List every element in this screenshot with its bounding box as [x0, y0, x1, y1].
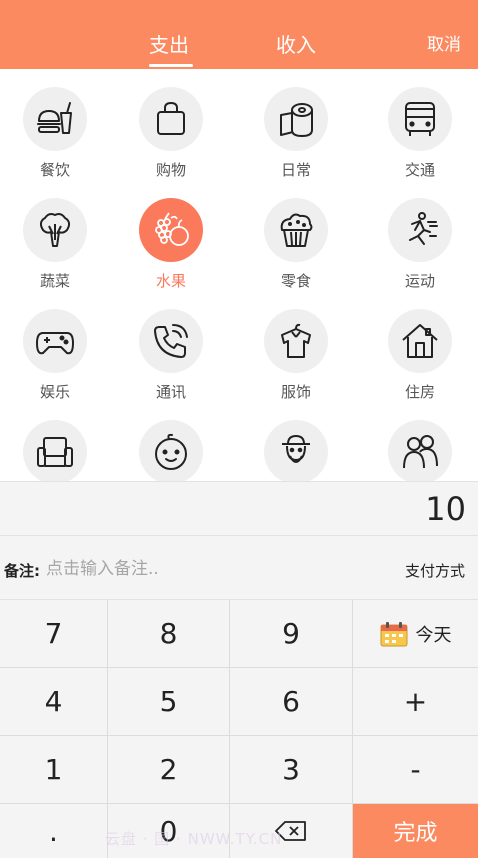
- category-label: 运动: [404, 272, 435, 290]
- gamepad-icon: [36, 332, 74, 355]
- category-grid: 餐饮 购物 日常 交通 蔬菜 水果 零食 运动 娱乐 通讯 服饰 住房: [0, 69, 478, 481]
- key-6[interactable]: 6: [230, 668, 353, 736]
- category-family[interactable]: [365, 402, 475, 481]
- shirt-icon: [281, 323, 311, 358]
- category-clothing[interactable]: 服饰: [241, 291, 351, 401]
- amount-value: 10: [425, 490, 466, 528]
- elder-icon: [282, 435, 310, 463]
- done-button[interactable]: 完成: [353, 804, 478, 858]
- category-shopping[interactable]: 购物: [116, 69, 226, 179]
- key-5[interactable]: 5: [108, 668, 230, 736]
- key-minus[interactable]: -: [353, 736, 478, 804]
- category-label: 住房: [404, 383, 435, 401]
- category-icon-bg: [23, 309, 87, 373]
- category-sports[interactable]: 运动: [365, 180, 475, 290]
- category-snack[interactable]: 零食: [241, 180, 351, 290]
- category-icon-bg: [388, 420, 452, 481]
- category-icon-bg: [23, 420, 87, 481]
- category-label: 购物: [155, 161, 186, 179]
- tab-income[interactable]: 收入: [276, 32, 316, 58]
- category-fruit[interactable]: 水果: [116, 180, 226, 290]
- key-plus[interactable]: +: [353, 668, 478, 736]
- category-icon-bg: [264, 420, 328, 481]
- category-label: 通讯: [155, 383, 186, 401]
- key-2[interactable]: 2: [108, 736, 230, 804]
- category-entertainment[interactable]: 娱乐: [0, 291, 110, 401]
- category-icon-bg: [23, 87, 87, 151]
- cupcake-icon: [280, 213, 313, 247]
- category-icon-bg: [264, 309, 328, 373]
- category-icon-bg: [139, 87, 203, 151]
- date-label: 今天: [415, 624, 452, 646]
- category-icon-bg: [139, 309, 203, 373]
- category-elderly[interactable]: [241, 402, 351, 481]
- key-7[interactable]: 7: [0, 600, 108, 668]
- calendar-icon: [380, 621, 407, 646]
- toilet-paper-icon: [280, 103, 313, 137]
- date-button[interactable]: 今天: [353, 600, 478, 668]
- vegetable-icon: [39, 213, 71, 247]
- category-housing[interactable]: 住房: [365, 291, 475, 401]
- bus-icon: [405, 102, 435, 136]
- key-8[interactable]: 8: [108, 600, 230, 668]
- category-label: 交通: [404, 161, 435, 179]
- category-icon-bg: [388, 87, 452, 151]
- tab-expense[interactable]: 支出: [149, 32, 189, 58]
- category-icon-bg: [388, 198, 452, 262]
- category-label: 餐饮: [39, 161, 70, 179]
- category-food[interactable]: 餐饮: [0, 69, 110, 179]
- category-vegetable[interactable]: 蔬菜: [0, 180, 110, 290]
- key-4[interactable]: 4: [0, 668, 108, 736]
- category-daily[interactable]: 日常: [241, 69, 351, 179]
- family-icon: [403, 435, 438, 469]
- sofa-icon: [37, 437, 73, 467]
- category-transport[interactable]: 交通: [365, 69, 475, 179]
- category-label: 日常: [280, 161, 311, 179]
- running-icon: [409, 212, 438, 245]
- payment-method-button[interactable]: 支付方式: [405, 560, 465, 581]
- top-bar: 支出 收入 取消: [0, 0, 478, 69]
- category-icon-bg: [23, 198, 87, 262]
- key-9[interactable]: 9: [230, 600, 353, 668]
- category-label: 水果: [155, 272, 186, 290]
- category-icon-bg: [264, 87, 328, 151]
- category-icon-bg: [388, 309, 452, 373]
- category-furniture[interactable]: [0, 402, 110, 481]
- number-keypad: 7 8 9 今天 4 5 6 + 1 2 3 - . 0 完成: [0, 600, 478, 858]
- cancel-button[interactable]: 取消: [427, 34, 461, 56]
- category-baby[interactable]: [116, 402, 226, 481]
- key-3[interactable]: 3: [230, 736, 353, 804]
- baby-icon: [155, 433, 187, 470]
- key-1[interactable]: 1: [0, 736, 108, 804]
- category-label: 服饰: [280, 383, 311, 401]
- category-icon-bg: [139, 420, 203, 481]
- category-label: 零食: [280, 272, 311, 290]
- category-label: 娱乐: [39, 383, 70, 401]
- note-bar: 备注: 支付方式: [0, 536, 478, 600]
- tab-active-indicator: [149, 64, 193, 67]
- watermark: 云盘 · 国 · NWW.TY.CN: [105, 830, 283, 848]
- category-icon-bg-active: [139, 198, 203, 262]
- amount-display: 10: [0, 481, 478, 536]
- phone-icon: [154, 324, 188, 358]
- food-icon: [37, 102, 72, 134]
- key-decimal[interactable]: .: [0, 804, 108, 858]
- category-label: 蔬菜: [39, 272, 70, 290]
- shopping-bag-icon: [157, 102, 185, 135]
- category-icon-bg: [264, 198, 328, 262]
- fruit-icon: [155, 212, 189, 246]
- note-label: 备注:: [4, 562, 40, 580]
- category-communication[interactable]: 通讯: [116, 291, 226, 401]
- house-icon: [402, 324, 438, 358]
- note-input[interactable]: [46, 556, 296, 582]
